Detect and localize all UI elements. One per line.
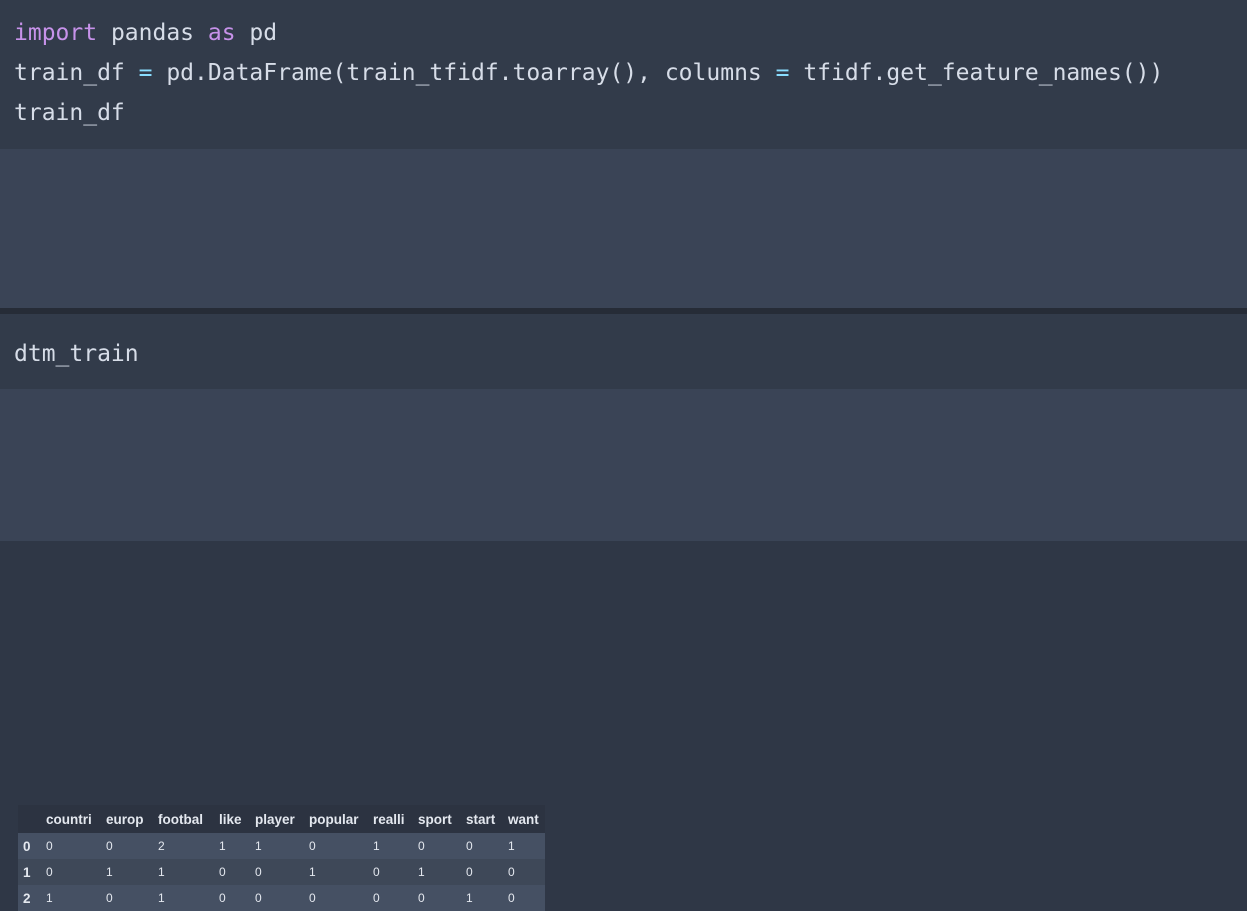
code-token: train_df <box>14 100 125 126</box>
code-token: train_df <box>14 60 139 86</box>
output-area-1: countrieuropfootballikeplayerpopularreal… <box>0 149 1247 431</box>
code-token: pd <box>235 20 278 46</box>
code-token: pandas <box>97 20 208 46</box>
table-cell: 0 <box>309 839 316 853</box>
table-cell: 1 <box>309 865 316 879</box>
column-header-countri: countri <box>46 811 92 827</box>
table-row: 0 0 0 2 1 1 0 1 0 0 1 <box>18 833 545 859</box>
column-header-europ: europ <box>106 811 144 827</box>
column-header-popular: popular <box>309 811 359 827</box>
table-cell: 0 <box>418 839 425 853</box>
code-operator: = <box>775 60 790 86</box>
table-cell: 0 <box>508 891 515 905</box>
code-token: pd.DataFrame(train_tfidf.toarray(), colu… <box>152 60 776 86</box>
table-cell: 1 <box>418 865 425 879</box>
column-header-want: want <box>508 811 539 827</box>
table-cell: 0 <box>418 891 425 905</box>
table-cell: 1 <box>255 839 262 853</box>
code-line: import pandas as pd <box>14 13 1247 53</box>
code-cell-2[interactable]: dtm_train <box>0 314 1247 389</box>
row-index: 2 <box>23 890 31 906</box>
output-area-2: countri europ footbal like player popular real… <box>0 389 1247 911</box>
table-cell: 0 <box>466 839 473 853</box>
column-header-sport: sport <box>418 811 452 827</box>
row-index: 0 <box>23 838 31 854</box>
table-cell: 1 <box>373 839 380 853</box>
row-index: 1 <box>23 864 31 880</box>
table-cell: 0 <box>219 865 226 879</box>
index-header <box>18 805 42 833</box>
table-header-row: countri europ footbal like player popular real… <box>18 805 545 833</box>
table-cell: 1 <box>508 839 515 853</box>
table-cell: 1 <box>158 891 165 905</box>
table-cell: 0 <box>255 891 262 905</box>
column-header-player: player <box>255 811 295 827</box>
column-header-realli: realli <box>373 811 405 827</box>
table-cell: 1 <box>466 891 473 905</box>
column-header-start: start <box>466 811 496 827</box>
table-cell: 1 <box>158 865 165 879</box>
table-cell: 0 <box>508 865 515 879</box>
table-cell: 0 <box>219 891 226 905</box>
table-cell: 2 <box>158 839 165 853</box>
table-row: 1 0 1 1 0 0 1 0 1 0 0 <box>18 859 545 885</box>
column-header-like: like <box>219 811 242 827</box>
code-operator: = <box>138 60 153 86</box>
code-keyword: import <box>14 20 98 46</box>
code-line: train_df <box>14 93 1247 133</box>
table-cell: 0 <box>373 865 380 879</box>
code-line: dtm_train <box>14 334 1247 374</box>
table-cell: 1 <box>46 891 53 905</box>
table-cell: 0 <box>106 839 113 853</box>
table-cell: 1 <box>106 865 113 879</box>
code-token: dtm_train <box>14 341 139 367</box>
table-cell: 0 <box>373 891 380 905</box>
code-cell-1[interactable]: import pandas as pd train_df = pd.DataFra… <box>0 0 1247 149</box>
table-row: 2 1 0 1 0 0 0 0 0 1 0 <box>18 885 545 911</box>
table-cell: 0 <box>255 865 262 879</box>
dataframe-table-dtm: countri europ footbal like player popular real… <box>18 805 545 911</box>
table-cell: 1 <box>219 839 226 853</box>
table-cell: 0 <box>106 891 113 905</box>
table-cell: 0 <box>309 891 316 905</box>
code-keyword: as <box>207 20 236 46</box>
code-line: train_df = pd.DataFrame(train_tfidf.toar… <box>14 53 1247 93</box>
table-cell: 0 <box>46 839 53 853</box>
column-header-footbal: footbal <box>158 811 203 827</box>
table-cell: 0 <box>46 865 53 879</box>
code-token: tfidf.get_feature_names()) <box>789 60 1164 86</box>
table-cell: 0 <box>466 865 473 879</box>
